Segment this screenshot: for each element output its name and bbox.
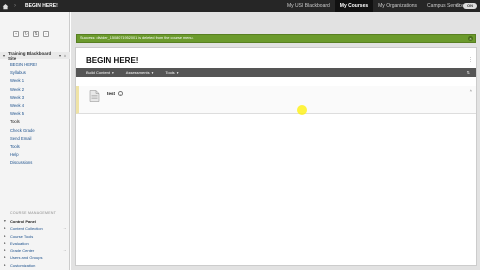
control-panel-item-label: Content Collection	[10, 226, 43, 232]
cursor-highlight	[297, 105, 307, 115]
tab-my-organizations[interactable]: My Organizations	[373, 0, 422, 12]
control-panel-grade-center[interactable]: ▸ Grade Center →	[0, 247, 70, 254]
edit-mode-toggle[interactable]: ON	[463, 3, 477, 9]
course-menu-title[interactable]: Training Blackboard Site	[8, 51, 58, 61]
chevron-right-icon: ▸	[4, 262, 6, 267]
control-panel-item-label: Grade Center	[10, 248, 35, 254]
document-icon	[89, 90, 100, 102]
sidebar-item-check-grade[interactable]: Check Grade	[0, 127, 70, 135]
success-message: Success: divider_1508071952001 is delete…	[80, 36, 194, 40]
control-panel-list: ▾ Control Panel ▸ Content Collection → ▸…	[0, 218, 70, 269]
success-receipt: Success: divider_1508071952001 is delete…	[76, 34, 476, 43]
control-panel-item-label: Customization	[10, 262, 36, 268]
breadcrumb-separator: ›	[14, 3, 16, 9]
edit-icon[interactable]: ▾	[58, 53, 62, 58]
breadcrumb: › BEGIN HERE!	[2, 2, 58, 10]
sidebar-item-week-4[interactable]: Week 4	[0, 102, 70, 110]
control-panel-evaluation[interactable]: ▸ Evaluation	[0, 240, 70, 247]
options-chevron-icon[interactable]: ⌄	[118, 91, 123, 96]
page-title: BEGIN HERE!	[86, 56, 139, 65]
chevron-right-icon: ▸	[4, 226, 6, 231]
tab-my-usi-blackboard[interactable]: My USI Blackboard	[282, 0, 335, 12]
collapse-icon[interactable]: ˄	[470, 88, 472, 93]
edit-mode-area: ⏻ ON	[456, 3, 477, 9]
chevron-right-icon: ▸	[4, 233, 6, 238]
page-options-icon[interactable]: ⋮	[468, 57, 474, 63]
course-menu-title-bar: ▾ Training Blackboard Site ▾ ⌂	[0, 51, 70, 61]
sidebar-item-discussions[interactable]: Discussions	[0, 159, 70, 167]
chevron-down-icon: ▾	[151, 71, 154, 75]
content-panel: BEGIN HERE! ⋮ Build Content ▾ Assessments…	[75, 47, 477, 266]
sidebar-item-tools[interactable]: Tools	[0, 143, 70, 151]
sort-icon[interactable]: ⇅	[33, 31, 39, 37]
sort-icon[interactable]: ⇅	[467, 70, 470, 75]
breadcrumb-course-title[interactable]: BEGIN HERE!	[25, 3, 58, 9]
control-panel-customization[interactable]: ▸ Customization	[0, 262, 70, 269]
sidebar-item-week-5[interactable]: Week 5	[0, 110, 70, 118]
control-panel-label: Control Panel	[10, 219, 37, 224]
chevron-right-icon: ▸	[4, 240, 6, 245]
control-panel-item-label: Evaluation	[10, 240, 29, 246]
home-icon[interactable]	[2, 3, 9, 10]
sidebar-item-help[interactable]: Help	[0, 151, 70, 159]
chevron-down-icon: ▾	[112, 71, 114, 75]
control-panel-content-collection[interactable]: ▸ Content Collection →	[0, 225, 70, 232]
control-panel-item-label: Course Tools	[10, 233, 34, 239]
course-menu-sidebar: + ↻ ⇅ ▫ ▾ Training Blackboard Site ▾ ⌂ B…	[0, 12, 70, 270]
control-panel-course-tools[interactable]: ▸ Course Tools	[0, 233, 70, 240]
sidebar-item-tools-heading: Tools	[10, 119, 20, 125]
course-menu-list: BEGIN HERE! Syllabus Week 1 Week 2 Week …	[0, 61, 70, 167]
global-nav-bar: › BEGIN HERE! My USI Blackboard My Cours…	[0, 0, 480, 12]
main-content-area: Success: divider_1508071952001 is delete…	[71, 12, 480, 270]
sidebar-item-week-2[interactable]: Week 2	[0, 86, 70, 94]
expand-icon[interactable]: →	[63, 247, 68, 254]
add-menu-item-icon[interactable]: +	[13, 31, 19, 37]
course-management-heading: COURSE MANAGEMENT	[10, 211, 57, 215]
content-item[interactable]: test ⌄ ˄	[76, 86, 476, 114]
sidebar-item-begin-here[interactable]: BEGIN HERE!	[0, 61, 70, 69]
sidebar-item-send-email[interactable]: Send Email	[0, 135, 70, 143]
new-window-icon[interactable]: ▫	[43, 31, 49, 37]
chevron-right-icon: ▸	[4, 255, 6, 260]
control-panel-header[interactable]: ▾ Control Panel	[0, 218, 70, 225]
assessments-button[interactable]: Assessments ▾	[126, 70, 154, 75]
chevron-right-icon: ▸	[4, 248, 6, 253]
top-nav-tabs: My USI Blackboard My Courses My Organiza…	[282, 0, 471, 12]
control-panel-item-label: Users and Groups	[10, 255, 43, 261]
action-toolbar: Build Content ▾ Assessments ▾ Tools ▾ ⇅	[76, 68, 476, 77]
close-icon[interactable]: ×	[468, 36, 473, 41]
control-panel-users-and-groups[interactable]: ▸ Users and Groups	[0, 254, 70, 261]
expand-icon[interactable]: →	[63, 225, 68, 232]
course-menu-tools: + ↻ ⇅ ▫	[0, 12, 69, 40]
sidebar-item-syllabus[interactable]: Syllabus	[0, 69, 70, 77]
tab-my-courses[interactable]: My Courses	[334, 0, 374, 12]
refresh-icon[interactable]: ↻	[23, 31, 29, 37]
sidebar-item-week-3[interactable]: Week 3	[0, 94, 70, 102]
collapse-arrow-icon[interactable]: ▾	[2, 53, 6, 58]
power-icon[interactable]: ⏻	[456, 3, 461, 9]
sidebar-item-week-1[interactable]: Week 1	[0, 77, 70, 85]
content-item-title[interactable]: test	[107, 91, 115, 96]
chevron-down-icon: ▾	[4, 219, 6, 223]
build-content-button[interactable]: Build Content ▾	[86, 70, 114, 75]
tools-button[interactable]: Tools ▾	[165, 70, 178, 75]
chevron-down-icon: ▾	[176, 71, 179, 75]
home-small-icon[interactable]: ⌂	[63, 53, 67, 58]
